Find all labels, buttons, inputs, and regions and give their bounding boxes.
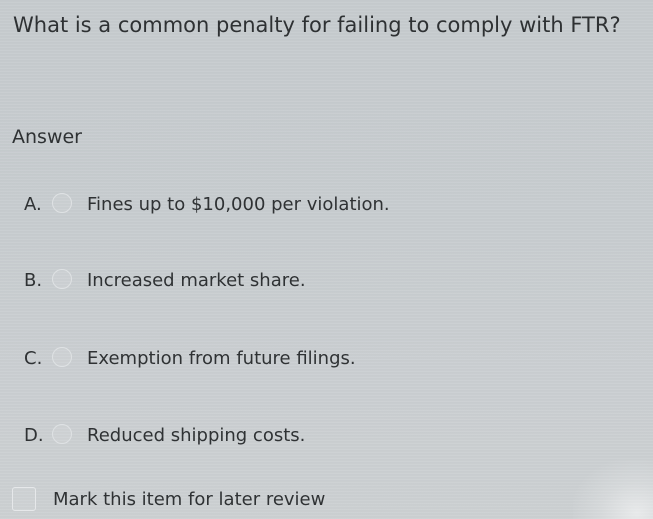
option-letter: B. (24, 270, 43, 291)
review-label: Mark this item for later review (53, 489, 326, 510)
screen-glare (573, 459, 653, 519)
review-checkbox[interactable] (12, 487, 36, 511)
answer-heading: Answer (12, 126, 82, 148)
radio-button-b[interactable] (52, 269, 72, 289)
answer-option-c[interactable]: C. Exemption from future filings. (0, 344, 640, 374)
option-letter: A. (24, 194, 42, 215)
option-text: Reduced shipping costs. (87, 425, 306, 446)
option-text: Fines up to $10,000 per violation. (87, 194, 390, 215)
option-text: Increased market share. (87, 270, 306, 291)
option-text: Exemption from future filings. (87, 348, 356, 369)
radio-button-c[interactable] (52, 347, 72, 367)
mark-for-review[interactable]: Mark this item for later review (12, 485, 412, 515)
answer-option-a[interactable]: A. Fines up to $10,000 per violation. (0, 190, 640, 220)
radio-button-d[interactable] (52, 424, 72, 444)
question-text: What is a common penalty for failing to … (13, 13, 621, 37)
option-letter: D. (24, 425, 44, 446)
option-letter: C. (24, 348, 43, 369)
answer-option-d[interactable]: D. Reduced shipping costs. (0, 421, 640, 451)
answer-option-b[interactable]: B. Increased market share. (0, 266, 640, 296)
radio-button-a[interactable] (52, 193, 72, 213)
